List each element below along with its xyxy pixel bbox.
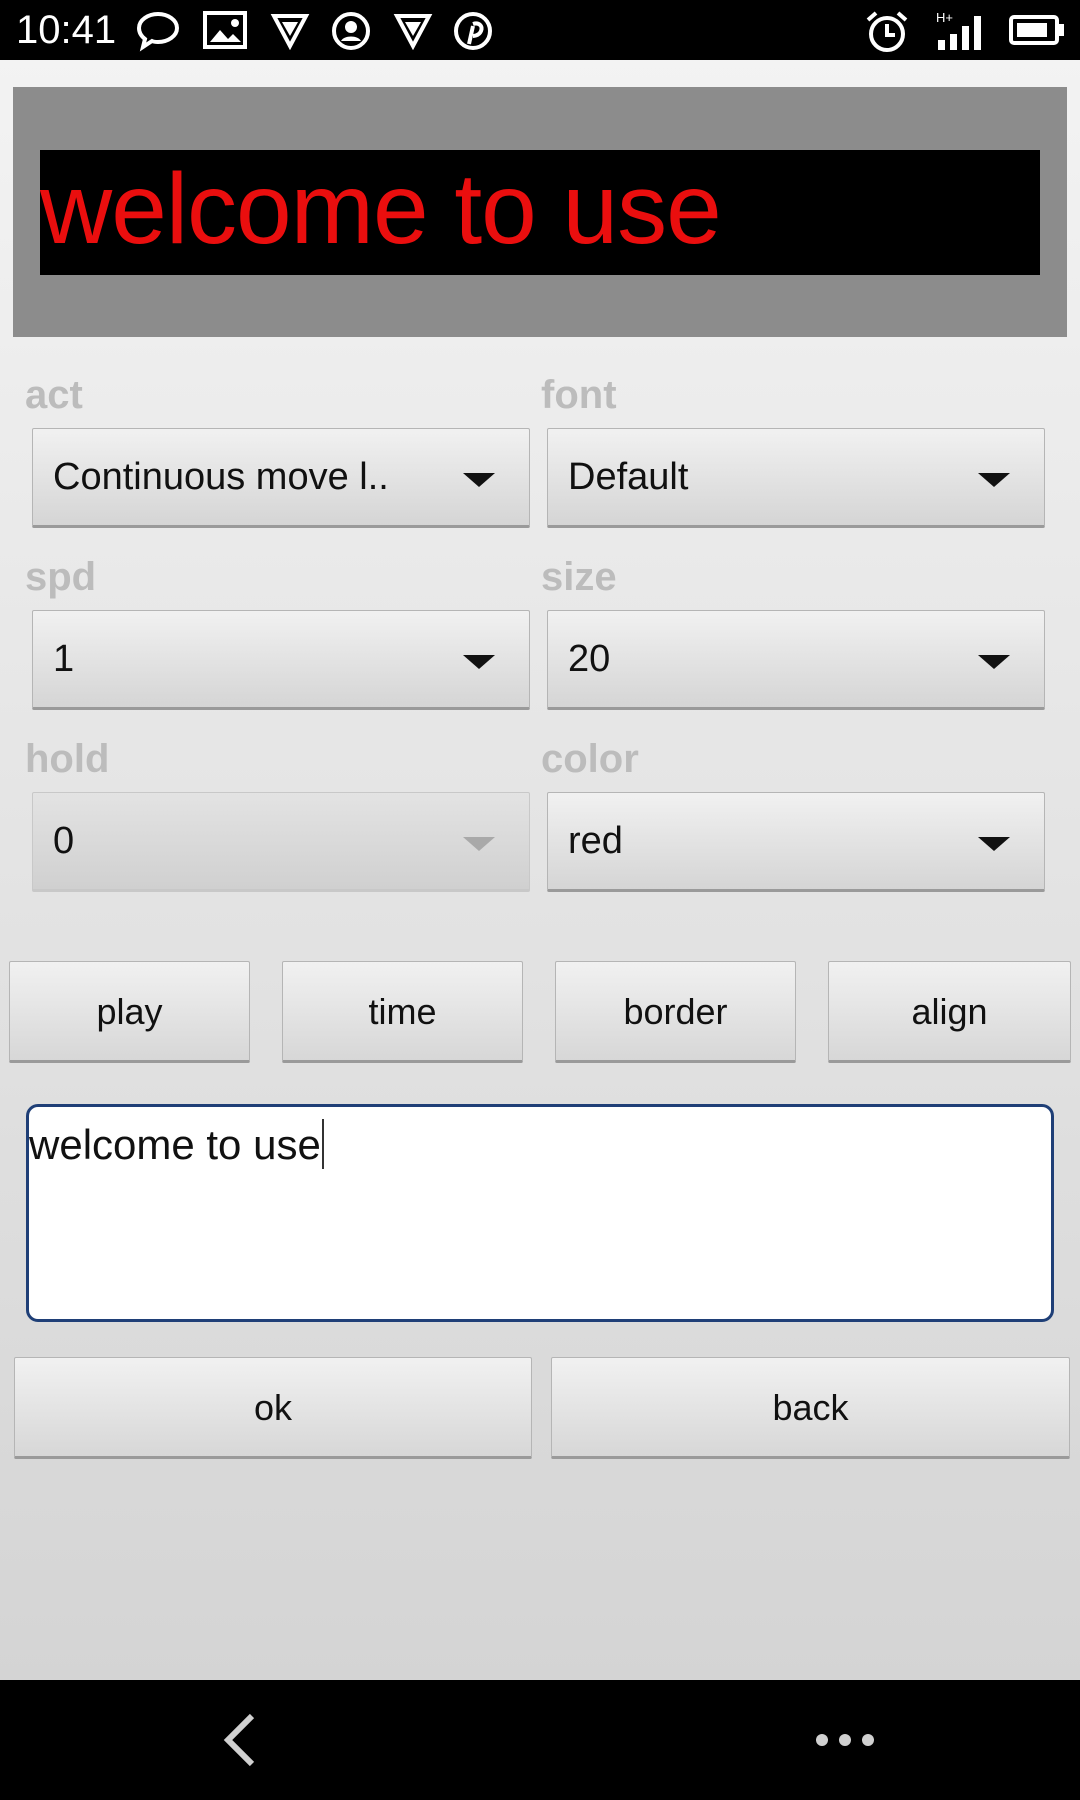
dropdown-arrow-icon <box>978 655 1010 669</box>
sync-user-icon <box>330 10 372 50</box>
alarm-icon <box>864 10 910 52</box>
size-value: 20 <box>568 638 611 680</box>
hold-spinner[interactable]: 0 <box>32 792 530 892</box>
act-value: Continuous move l.. <box>53 456 389 498</box>
dropdown-arrow-icon <box>463 473 495 487</box>
time-button[interactable]: time <box>282 961 523 1063</box>
status-bar: 10:41 H+ <box>0 0 1080 60</box>
align-button[interactable]: align <box>828 961 1071 1063</box>
size-label: size <box>541 555 617 599</box>
dropdown-arrow-icon <box>978 473 1010 487</box>
back-icon[interactable] <box>212 1710 272 1770</box>
dropdown-arrow-icon <box>978 837 1010 851</box>
back-button[interactable]: back <box>551 1357 1070 1459</box>
ok-button[interactable]: ok <box>14 1357 532 1459</box>
border-button[interactable]: border <box>555 961 796 1063</box>
svg-text:H+: H+ <box>936 10 953 25</box>
dropdown-arrow-icon <box>463 655 495 669</box>
status-time: 10:41 <box>16 8 117 52</box>
chat-bubble-icon <box>135 10 181 52</box>
image-icon <box>202 10 248 50</box>
spd-spinner[interactable]: 1 <box>32 610 530 710</box>
dropdown-arrow-icon <box>463 837 495 851</box>
spd-value: 1 <box>53 638 75 680</box>
color-value: red <box>568 820 623 862</box>
message-input[interactable]: welcome to use <box>26 1104 1054 1322</box>
font-label: font <box>541 373 617 417</box>
font-value: Default <box>568 456 689 498</box>
signal-h-plus-icon: H+ <box>936 10 990 50</box>
hold-value: 0 <box>53 820 75 862</box>
more-icon[interactable] <box>810 1728 880 1752</box>
message-input-text: welcome to use <box>29 1121 321 1168</box>
font-spinner[interactable]: Default <box>547 428 1045 528</box>
color-spinner[interactable]: red <box>547 792 1045 892</box>
navigation-bar <box>0 1680 1080 1800</box>
preview-panel: welcome to use <box>13 87 1067 337</box>
pinterest-icon <box>452 10 494 50</box>
vpn-shield-icon <box>393 10 433 50</box>
text-cursor <box>321 1119 324 1169</box>
led-preview-screen: welcome to use <box>40 150 1040 275</box>
vpn-shield-icon <box>270 10 310 50</box>
size-spinner[interactable]: 20 <box>547 610 1045 710</box>
act-label: act <box>25 373 83 417</box>
color-label: color <box>541 737 639 781</box>
hold-label: hold <box>25 737 110 781</box>
preview-text: welcome to use <box>40 153 722 265</box>
spd-label: spd <box>25 555 97 599</box>
play-button[interactable]: play <box>9 961 250 1063</box>
act-spinner[interactable]: Continuous move l.. <box>32 428 530 528</box>
battery-icon <box>1008 10 1066 50</box>
